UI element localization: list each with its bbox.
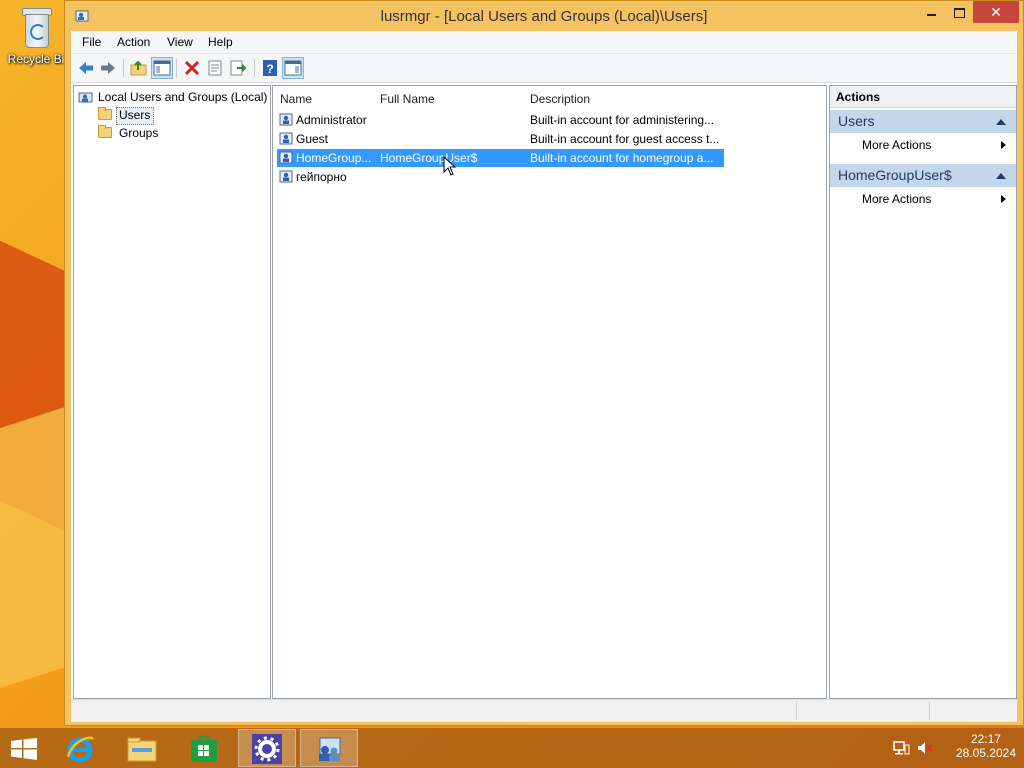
delete-icon[interactable]: [181, 57, 203, 79]
windows-start-icon[interactable]: [10, 738, 38, 760]
user-row-administrator[interactable]: Administrator Built-in account for admin…: [277, 111, 724, 129]
folder-icon: [98, 125, 112, 138]
user-icon: [279, 151, 293, 164]
more-actions-label: More Actions: [862, 138, 932, 152]
actions-section-users-title: Users: [838, 113, 875, 129]
taskbar-store[interactable]: [176, 729, 234, 767]
settings-icon: [252, 734, 282, 764]
actions-pane: Actions Users More Actions HomeGroupUser…: [829, 85, 1017, 699]
recycle-bin-icon: [19, 6, 53, 50]
properties-icon[interactable]: [204, 57, 226, 79]
user-row-homegroupuser[interactable]: HomeGroup... HomeGroupUser$ Built-in acc…: [277, 149, 724, 167]
user-description: Built-in account for administering...: [530, 113, 715, 127]
user-description: Built-in account for homegroup a...: [530, 151, 714, 165]
menu-view[interactable]: View: [167, 35, 193, 49]
recycle-bin-desktop-icon[interactable]: Recycle Bi: [4, 6, 68, 66]
clock-time: 22:17: [970, 732, 1001, 746]
user-icon: [279, 170, 293, 183]
internet-explorer-icon: [66, 736, 94, 763]
store-icon: [191, 735, 217, 762]
taskbar-internet-explorer[interactable]: [52, 729, 110, 767]
lusrmgr-icon: [319, 737, 341, 761]
user-name: Administrator: [296, 113, 367, 127]
taskbar-settings[interactable]: [238, 729, 296, 767]
toolbar-separator: [123, 59, 124, 77]
user-icon: [279, 113, 293, 126]
volume-muted-icon[interactable]: [916, 740, 934, 756]
menu-file[interactable]: File: [82, 35, 101, 49]
actions-section-homegroupuser-title: HomeGroupUser$: [838, 167, 952, 183]
svg-text:?: ?: [266, 62, 273, 76]
menu-bar: File Action View Help: [71, 31, 1017, 54]
help-icon[interactable]: ?: [259, 57, 281, 79]
file-explorer-icon: [127, 737, 157, 762]
menu-help[interactable]: Help: [208, 35, 233, 49]
window-title: lusrmgr - [Local Users and Groups (Local…: [380, 8, 708, 25]
more-actions-users[interactable]: More Actions: [862, 135, 1012, 155]
back-arrow-icon[interactable]: [75, 57, 97, 79]
taskbar: 22:17 28.05.2024: [0, 728, 1024, 768]
export-list-icon[interactable]: [227, 57, 249, 79]
more-actions-label: More Actions: [862, 192, 932, 206]
clock-date: 28.05.2024: [955, 746, 1016, 760]
user-icon: [279, 132, 293, 145]
toolbar: ?: [71, 54, 1017, 83]
maximize-button[interactable]: [945, 1, 973, 23]
close-button[interactable]: ✕: [973, 1, 1019, 23]
recycle-bin-label: Recycle Bi: [7, 52, 65, 66]
close-icon: ✕: [990, 4, 1002, 20]
folder-icon: [98, 107, 112, 120]
taskbar-lusrmgr[interactable]: [300, 729, 358, 767]
title-bar[interactable]: lusrmgr - [Local Users and Groups (Local…: [65, 1, 1023, 31]
show-hide-action-pane-icon[interactable]: [282, 57, 304, 79]
submenu-arrow-icon: [1001, 195, 1006, 203]
tree-item-local-users-and-groups[interactable]: Local Users and Groups (Local): [78, 89, 268, 106]
menu-action[interactable]: Action: [117, 35, 150, 49]
tree-users-label: Users: [119, 108, 151, 122]
collapse-icon[interactable]: [996, 119, 1006, 125]
up-folder-icon[interactable]: [128, 57, 150, 79]
tree-item-users[interactable]: Users: [96, 107, 196, 125]
toolbar-separator: [254, 59, 255, 77]
user-row-custom[interactable]: гейпорно: [277, 168, 724, 186]
computer-users-icon: [78, 92, 93, 103]
column-header-full-name[interactable]: Full Name: [380, 92, 435, 106]
tree-root-label: Local Users and Groups (Local): [98, 90, 268, 104]
user-name: HomeGroup...: [296, 151, 372, 165]
lusrmgr-window: lusrmgr - [Local Users and Groups (Local…: [64, 0, 1024, 726]
submenu-arrow-icon: [1001, 141, 1006, 149]
collapse-icon[interactable]: [996, 173, 1006, 179]
more-actions-homegroupuser[interactable]: More Actions: [862, 189, 1012, 209]
maximize-icon: [953, 7, 965, 18]
status-bar: [71, 699, 1017, 722]
mouse-cursor-icon: [443, 156, 457, 176]
tree-item-groups[interactable]: Groups: [96, 125, 196, 142]
network-icon[interactable]: [892, 740, 910, 756]
actions-header: Actions: [830, 86, 1016, 108]
user-description: Built-in account for guest access t...: [530, 132, 720, 146]
user-row-guest[interactable]: Guest Built-in account for guest access …: [277, 130, 724, 148]
user-name: гейпорно: [296, 170, 347, 184]
console-tree-pane: Local Users and Groups (Local) Users Gro…: [73, 85, 271, 699]
minimize-icon: [926, 13, 936, 16]
user-name: Guest: [296, 132, 329, 146]
actions-section-homegroupuser[interactable]: HomeGroupUser$: [830, 164, 1016, 187]
status-divider: [929, 702, 930, 720]
column-header-description[interactable]: Description: [530, 92, 590, 106]
client-area: File Action View Help ? Local Users and …: [71, 31, 1017, 722]
clock[interactable]: 22:17 28.05.2024: [956, 732, 1016, 760]
toolbar-separator: [176, 59, 177, 77]
tree-groups-label: Groups: [119, 126, 159, 140]
column-header-name[interactable]: Name: [280, 92, 312, 106]
forward-arrow-icon[interactable]: [97, 57, 119, 79]
users-list-pane: Name Full Name Description Administrator…: [272, 85, 827, 699]
show-hide-console-tree-icon[interactable]: [151, 57, 173, 79]
actions-section-users[interactable]: Users: [830, 110, 1016, 133]
status-divider: [796, 702, 797, 720]
minimize-button[interactable]: [917, 1, 945, 23]
taskbar-file-explorer[interactable]: [114, 729, 172, 767]
